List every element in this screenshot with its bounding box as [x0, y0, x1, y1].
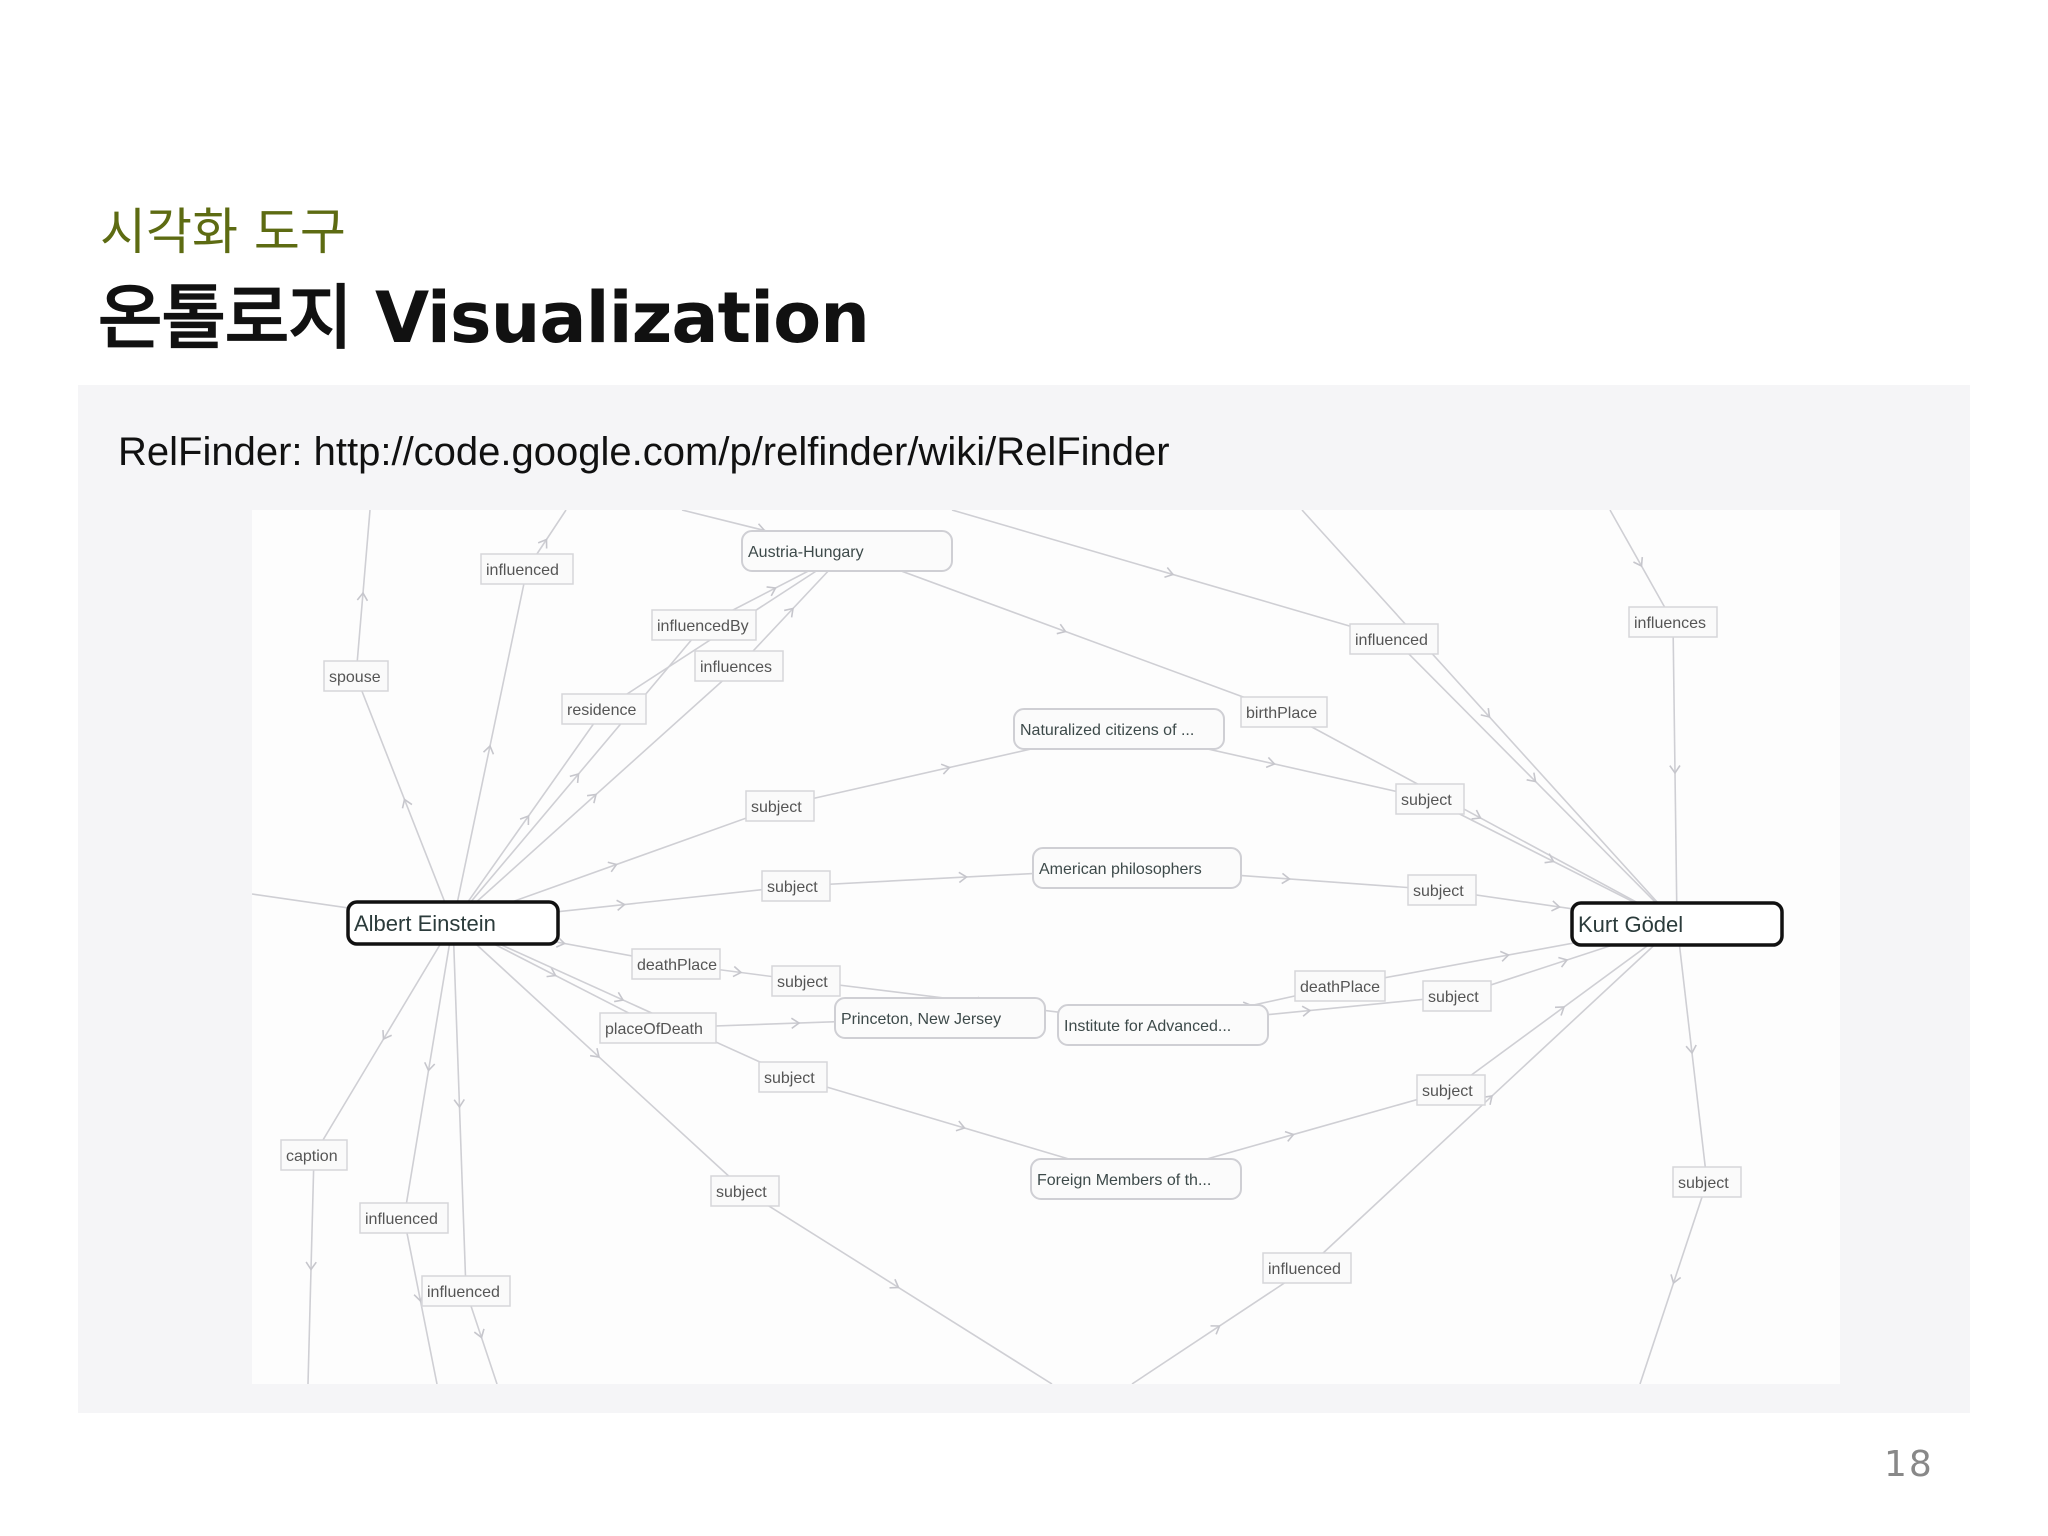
edge-label-text: residence [567, 702, 636, 719]
edge-label-subject[interactable]: subject [761, 870, 831, 902]
edge-label-influences[interactable]: influences [694, 650, 784, 682]
class-node-naturalized[interactable]: Naturalized citizens of ... [1013, 708, 1225, 750]
edge-label-subject[interactable]: subject [758, 1061, 828, 1093]
edge-label-placeofdeath[interactable]: placeOfDeath [599, 1012, 717, 1044]
edge-label-caption[interactable]: caption [280, 1139, 348, 1171]
class-node-foreign[interactable]: Foreign Members of th... [1030, 1158, 1242, 1200]
relfinder-graph[interactable]: influenced influencedBy influences spouse re… [252, 510, 1840, 1384]
edge-label-birthplace[interactable]: birthPlace [1240, 696, 1328, 728]
class-node-austria[interactable]: Austria-Hungary [741, 530, 953, 572]
edge-label-text: influenced [486, 562, 559, 579]
edge-label-text: influencedBy [657, 618, 749, 635]
edge-label-text: subject [751, 799, 802, 816]
edge-label-spouse[interactable]: spouse [323, 660, 389, 692]
edge-label-text: subject [1678, 1175, 1729, 1192]
edge-label-text: placeOfDeath [605, 1021, 703, 1038]
edge-label-text: subject [764, 1070, 815, 1087]
relfinder-link[interactable]: RelFinder: http://code.google.com/p/relf… [118, 430, 1170, 475]
edge-label-deathplace[interactable]: deathPlace [631, 948, 721, 980]
class-node-label: American philosophers [1039, 861, 1202, 878]
edge-label-subject[interactable]: subject [710, 1175, 780, 1207]
edge-label-influenced[interactable]: influenced [480, 553, 574, 585]
edge-label-subject[interactable]: subject [1407, 874, 1477, 906]
edge-label-text: influenced [365, 1211, 438, 1228]
edge-label-subject[interactable]: subject [1395, 783, 1465, 815]
edge-label-residence[interactable]: residence [561, 693, 647, 725]
edge-label-text: subject [1422, 1083, 1473, 1100]
edge-label-text: subject [777, 974, 828, 991]
class-node-american[interactable]: American philosophers [1032, 847, 1242, 889]
edge-label-text: birthPlace [1246, 705, 1317, 722]
slide-title: 온톨로지 Visualization [98, 277, 870, 359]
edge-label-text: influences [1634, 615, 1706, 632]
edge-label-text: influenced [1268, 1261, 1341, 1278]
edge-label-subject[interactable]: subject [1672, 1166, 1742, 1198]
edge-label-influencedby[interactable]: influencedBy [651, 609, 757, 641]
edge-label-subject[interactable]: subject [771, 965, 841, 997]
edge-label-subject[interactable]: subject [1416, 1074, 1486, 1106]
edge-label-influences[interactable]: influences [1628, 606, 1718, 638]
edge-label-subject[interactable]: subject [1422, 980, 1492, 1012]
graph-nodes: influenced influencedBy influences spouse re… [280, 530, 1784, 1307]
edge-label-subject[interactable]: subject [745, 790, 815, 822]
edge-label-text: subject [716, 1184, 767, 1201]
edge-label-text: deathPlace [637, 957, 717, 974]
edge-label-text: subject [767, 879, 818, 896]
class-node-institute[interactable]: Institute for Advanced... [1057, 1004, 1269, 1046]
class-node-princeton[interactable]: Princeton, New Jersey [834, 997, 1046, 1039]
edge-label-text: subject [1413, 883, 1464, 900]
edge-label-text: influenced [1355, 632, 1428, 649]
edge-label-influenced[interactable]: influenced [1349, 623, 1439, 655]
main-node-godel[interactable]: Kurt Gödel [1570, 901, 1784, 947]
main-node-einstein[interactable]: Albert Einstein [346, 900, 560, 946]
graph-edges [252, 510, 1708, 1384]
main-node-label: Kurt Gödel [1578, 912, 1683, 937]
edge-label-text: influenced [427, 1284, 500, 1301]
edge-label-influenced[interactable]: influenced [421, 1275, 511, 1307]
edge-label-text: influences [700, 659, 772, 676]
class-node-label: Naturalized citizens of ... [1020, 722, 1194, 739]
page-number: 18 [1884, 1444, 1934, 1485]
slide-subtitle: 시각화 도구 [100, 203, 346, 261]
edge-label-text: spouse [329, 669, 381, 686]
graph-canvas: influenced influencedBy influences spouse re… [252, 510, 1784, 1384]
edge-label-text: caption [286, 1148, 338, 1165]
main-node-label: Albert Einstein [354, 911, 496, 936]
class-node-label: Princeton, New Jersey [841, 1011, 1001, 1028]
class-node-label: Foreign Members of th... [1037, 1172, 1211, 1189]
edge-label-text: deathPlace [1300, 979, 1380, 996]
edge-label-text: subject [1401, 792, 1452, 809]
edge-label-influenced[interactable]: influenced [1262, 1252, 1352, 1284]
edge-label-influenced[interactable]: influenced [359, 1202, 449, 1234]
class-node-label: Institute for Advanced... [1064, 1018, 1231, 1035]
class-node-label: Austria-Hungary [748, 544, 864, 561]
edge-label-text: subject [1428, 989, 1479, 1006]
edge-label-deathplace[interactable]: deathPlace [1294, 970, 1386, 1002]
